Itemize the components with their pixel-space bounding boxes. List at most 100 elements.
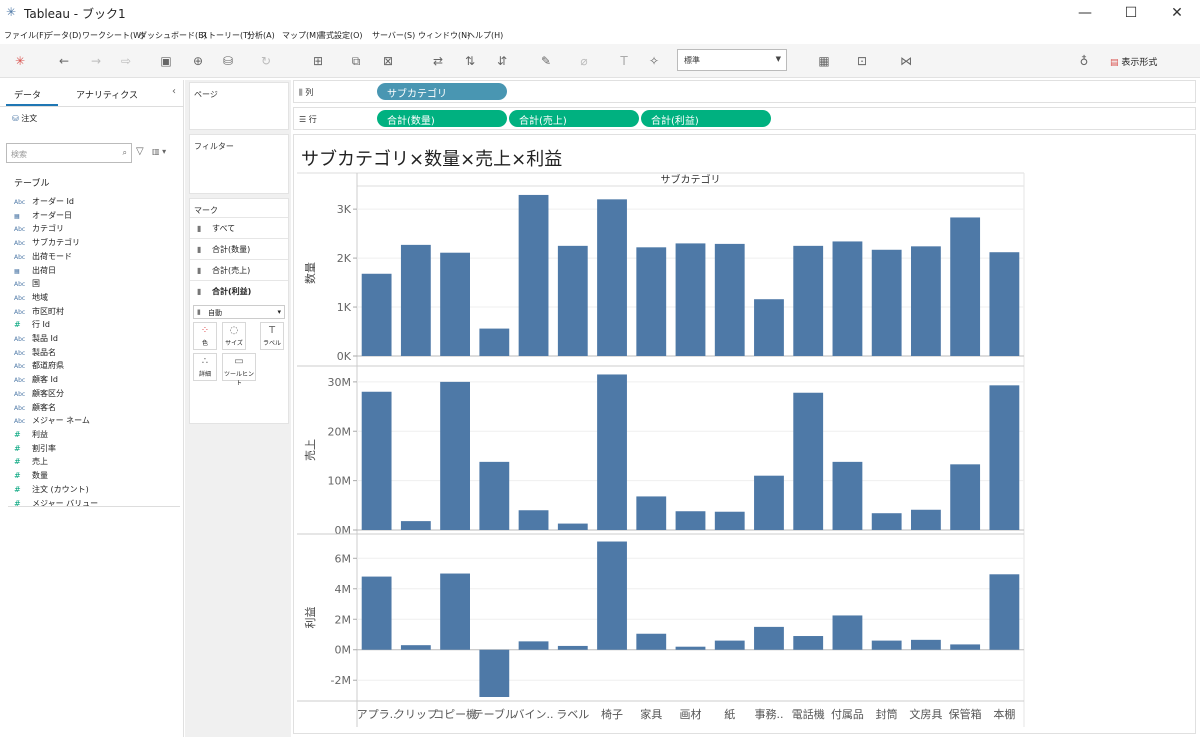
datasource-icon: ⛁ [12, 114, 19, 123]
menu-dashboard[interactable]: ダッシュボード(B) [139, 30, 207, 41]
field-search-input[interactable]: 検索 ⌕ [6, 143, 132, 163]
field-item[interactable]: Abc 顧客区分 [14, 388, 64, 401]
sort-desc-icon[interactable]: ⇵ [494, 53, 510, 69]
refresh-icon[interactable]: ↻ [258, 53, 274, 69]
redo-icon[interactable]: → [88, 53, 104, 69]
menu-help[interactable]: ヘルプ(H) [467, 30, 503, 41]
measure-type-icon: # [14, 457, 21, 467]
share-icon[interactable]: ⋈ [898, 53, 914, 69]
field-item[interactable]: Abc 顧客名 [14, 402, 56, 415]
format-painter-icon[interactable]: ♁ [1076, 53, 1092, 69]
menu-file[interactable]: ファイル(F) [4, 30, 47, 41]
y-tick-label: 10M [328, 475, 352, 488]
marks-tab-sales[interactable]: ▮ 合計(売上) [190, 259, 288, 279]
field-item[interactable]: Abc 地域 [14, 292, 48, 305]
presentation-icon[interactable]: ⊡ [854, 53, 870, 69]
field-item[interactable]: Abc 市区町村 [14, 306, 64, 319]
field-item[interactable]: Abc サブカテゴリ [14, 237, 80, 250]
rows-shelf-label: ☰ 行 [299, 114, 317, 125]
pin-icon[interactable]: ✧ [646, 53, 662, 69]
field-item[interactable]: # 行 Id [14, 319, 50, 332]
y-tick-label: 3K [337, 203, 352, 216]
collapse-pane-icon[interactable]: ‹ [172, 86, 176, 97]
show-me-button[interactable]: ▤ 表示形式 [1110, 55, 1157, 68]
datasource-icon[interactable]: ⛁ [220, 53, 236, 69]
field-item[interactable]: Abc 国 [14, 278, 40, 291]
rows-shelf[interactable]: ☰ 行 合計(数量) 合計(売上) 合計(利益) [293, 107, 1196, 130]
bar [440, 252, 470, 356]
field-item[interactable]: Abc 顧客 Id [14, 374, 58, 387]
string-type-icon: Abc [14, 377, 26, 385]
field-item[interactable]: Abc 製品 Id [14, 333, 58, 346]
marks-tab-profit[interactable]: ▮ 合計(利益) [190, 280, 288, 300]
new-worksheet-icon[interactable]: ⊞ [310, 53, 326, 69]
field-item[interactable]: Abc オーダー Id [14, 196, 74, 209]
close-button[interactable]: ✕ [1154, 0, 1200, 26]
pages-card[interactable]: ページ [189, 82, 289, 130]
filter-icon[interactable]: ▽ [136, 146, 144, 157]
field-item[interactable]: Abc カテゴリ [14, 223, 64, 236]
clear-icon[interactable]: ⊠ [380, 53, 396, 69]
label-button[interactable]: T ラベル [260, 322, 284, 350]
field-name: 行 Id [32, 320, 50, 330]
pill-sum-sales[interactable]: 合計(売上) [509, 110, 639, 127]
columns-shelf[interactable]: ⫼ 列 サブカテゴリ [293, 80, 1196, 103]
field-item[interactable]: # 数量 [14, 470, 48, 483]
marks-tab-quantity[interactable]: ▮ 合計(数量) [190, 238, 288, 258]
duplicate-icon[interactable]: ⧉ [348, 53, 364, 69]
bar [989, 385, 1020, 530]
field-item[interactable]: # 利益 [14, 429, 48, 442]
field-name: サブカテゴリ [32, 238, 80, 248]
maximize-button[interactable]: ☐ [1108, 0, 1154, 26]
menu-data[interactable]: データ(D) [45, 30, 81, 41]
sort-asc-icon[interactable]: ⇅ [462, 53, 478, 69]
data-pane: データ アナリティクス ‹ ⛁ 注文 検索 ⌕ ▽ ▥ ▾ テーブル Abc オー… [0, 80, 184, 737]
menu-story[interactable]: ストーリー(T) [200, 30, 251, 41]
menu-worksheet[interactable]: ワークシート(W) [82, 30, 144, 41]
size-button[interactable]: ◌ サイズ [222, 322, 246, 350]
view-options-icon[interactable]: ▥ ▾ [152, 147, 166, 156]
field-item[interactable]: # 割引率 [14, 443, 56, 456]
tableau-logo-icon[interactable]: ✳ [12, 53, 28, 69]
field-item[interactable]: # 注文 (カウント) [14, 484, 89, 497]
field-name: オーダー Id [32, 197, 74, 206]
field-item[interactable]: ▦ 出荷日 [14, 265, 56, 278]
field-item[interactable]: Abc 製品名 [14, 347, 56, 360]
field-item[interactable]: ▦ オーダー日 [14, 210, 72, 223]
field-item[interactable]: Abc メジャー ネーム [14, 415, 90, 428]
mark-type-dropdown[interactable]: ▮ 自動 ▾ [193, 305, 285, 319]
menu-analysis[interactable]: 分析(A) [247, 30, 275, 41]
save-icon[interactable]: ▣ [158, 53, 174, 69]
tab-analytics[interactable]: アナリティクス [76, 88, 138, 101]
menu-server[interactable]: サーバー(S) [372, 30, 415, 41]
forward-icon[interactable]: ⇨ [118, 53, 134, 69]
label-icon[interactable]: T [616, 53, 632, 69]
filters-card[interactable]: フィルター [189, 134, 289, 194]
group-icon[interactable]: ⌀ [576, 53, 592, 69]
undo-icon[interactable]: ← [56, 53, 72, 69]
datasource-item[interactable]: ⛁ 注文 [12, 113, 37, 124]
tooltip-button[interactable]: ▭ ツールヒント [222, 353, 256, 387]
new-datasource-icon[interactable]: ⊕ [190, 53, 206, 69]
pill-sum-profit[interactable]: 合計(利益) [641, 110, 771, 127]
highlight-icon[interactable]: ✎ [538, 53, 554, 69]
detail-button[interactable]: ∴ 詳細 [193, 353, 217, 381]
menu-window[interactable]: ウィンドウ(N) [418, 30, 470, 41]
color-button[interactable]: ⁘ 色 [193, 322, 217, 350]
field-item[interactable]: # メジャー バリュー [14, 498, 98, 511]
marks-tab-all[interactable]: ▮ すべて [190, 217, 288, 237]
tab-data[interactable]: データ [14, 88, 41, 101]
pill-subcategory[interactable]: サブカテゴリ [377, 83, 507, 100]
swap-icon[interactable]: ⇄ [430, 53, 446, 69]
category-label: 家具 [640, 707, 662, 721]
field-item[interactable]: Abc 都道府県 [14, 360, 64, 373]
bar [557, 645, 588, 650]
minimize-button[interactable]: — [1062, 0, 1108, 26]
show-cards-icon[interactable]: ▦ [816, 53, 832, 69]
fit-dropdown[interactable]: 標準 ▼ [677, 49, 787, 71]
pill-sum-quantity[interactable]: 合計(数量) [377, 110, 507, 127]
menu-format[interactable]: 書式設定(O) [318, 30, 363, 41]
field-item[interactable]: Abc 出荷モード [14, 251, 72, 264]
menu-map[interactable]: マップ(M) [282, 30, 319, 41]
field-item[interactable]: # 売上 [14, 456, 48, 469]
